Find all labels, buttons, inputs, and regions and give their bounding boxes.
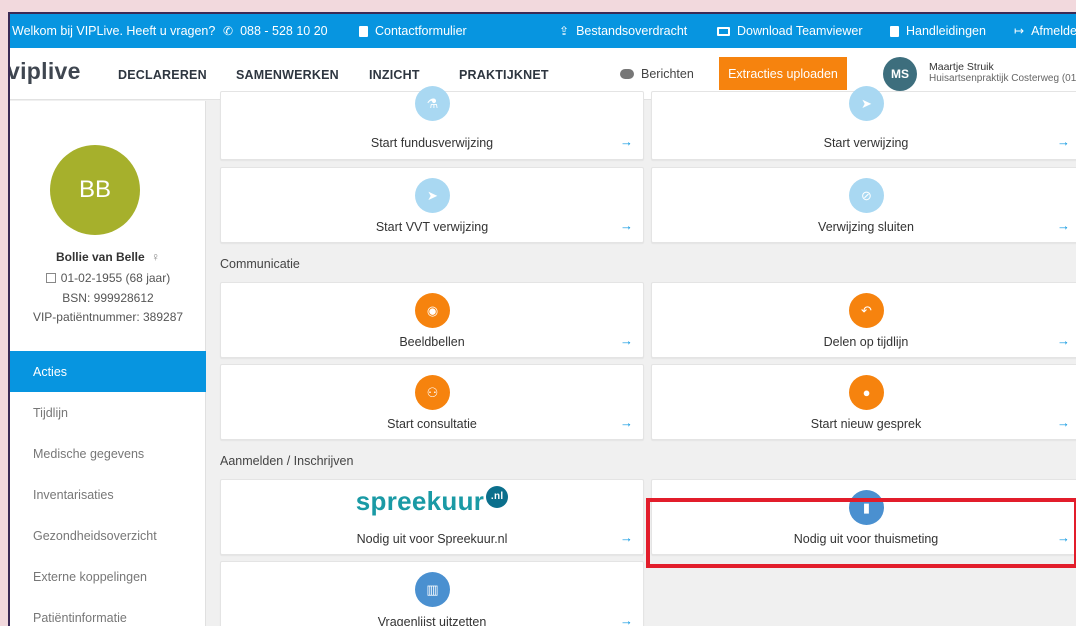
arrow-right-icon: →: [1057, 415, 1070, 430]
arrow-right-icon: →: [1057, 134, 1070, 149]
arrow-right-icon: →: [620, 218, 633, 233]
sidebar-item-patientinformatie[interactable]: Patiëntinformatie: [10, 597, 206, 626]
monitor-icon: [717, 26, 730, 36]
sidebar-item-gezondheidsoverzicht[interactable]: Gezondheidsoverzicht: [10, 515, 206, 556]
upload-extractions-button[interactable]: Extracties uploaden: [719, 57, 847, 90]
welcome-text: Welkom bij VIPLive. Heeft u vragen?: [12, 14, 215, 48]
card-label: Nodig uit voor Spreekuur.nl: [356, 532, 508, 546]
document-icon: [359, 25, 368, 37]
messages-label: Berichten: [641, 67, 694, 81]
nav-samenwerken[interactable]: SAMENWERKEN: [236, 68, 339, 82]
nav-inzicht[interactable]: INZICHT: [369, 68, 420, 82]
users-icon: ⚇: [415, 375, 450, 410]
card-beeldbellen[interactable]: ◉ Beeldbellen →: [220, 282, 644, 358]
card-start-nieuw-gesprek[interactable]: ● Start nieuw gesprek →: [651, 364, 1076, 440]
viplive-logo[interactable]: viplive: [10, 58, 81, 85]
card-delen-op-tijdlijn[interactable]: ↶ Delen op tijdlijn →: [651, 282, 1076, 358]
flask-icon: ⚗: [415, 86, 450, 121]
card-label: Start nieuw gesprek: [810, 417, 922, 431]
send-icon: ➤: [415, 178, 450, 213]
logout-label: Afmelde: [1031, 24, 1076, 38]
spreekuur-logo-text: spreekuur: [355, 486, 485, 516]
phone-icon: ✆: [223, 24, 234, 38]
patient-birthdate-row: 01-02-1955 (68 jaar): [10, 271, 206, 285]
patient-sidebar: BB Bollie van Belle ♀ 01-02-1955 (68 jaa…: [10, 101, 206, 626]
nav-declareren[interactable]: DECLAREREN: [118, 68, 207, 82]
card-start-fundusverwijzing[interactable]: ⚗ Start fundusverwijzing →: [220, 86, 644, 160]
teamviewer-link[interactable]: Download Teamviewer: [717, 14, 863, 48]
card-label: Verwijzing sluiten: [818, 220, 914, 234]
document-icon: [890, 25, 899, 37]
arrow-right-icon: →: [1057, 333, 1070, 348]
top-info-bar: Welkom bij VIPLive. Heeft u vragen? ✆ 08…: [10, 14, 1076, 48]
arrow-right-icon: →: [620, 613, 633, 626]
actions-content: ⚗ Start fundusverwijzing → ➤ Start verwi…: [206, 86, 1076, 626]
patient-birthdate: 01-02-1955 (68 jaar): [60, 271, 171, 285]
patient-bsn: BSN: 999928612: [62, 291, 154, 305]
patient-vip-number: VIP-patiëntnummer: 389287: [32, 310, 184, 324]
card-start-vvt-verwijzing[interactable]: ➤ Start VVT verwijzing →: [220, 167, 644, 243]
app-frame: Welkom bij VIPLive. Heeft u vragen? ✆ 08…: [8, 12, 1076, 626]
nav-praktijknet[interactable]: PRAKTIJKNET: [459, 68, 549, 82]
card-label: Start consultatie: [387, 417, 477, 431]
manuals-label: Handleidingen: [906, 24, 986, 38]
highlight-box: [646, 498, 1076, 568]
user-organization: Huisartsenpraktijk Costerweg (010: [929, 73, 1076, 84]
card-label: Start verwijzing: [823, 136, 909, 150]
teamviewer-label: Download Teamviewer: [737, 24, 863, 38]
manuals-link[interactable]: Handleidingen: [890, 14, 986, 48]
card-spreekuur[interactable]: spreekuur .nl Nodig uit voor Spreekuur.nl…: [220, 479, 644, 555]
sidebar-item-inventarisaties[interactable]: Inventarisaties: [10, 474, 206, 515]
upload-icon: ⇪: [559, 24, 570, 38]
section-aanmelden-inschrijven: Aanmelden / Inschrijven: [220, 454, 354, 468]
welcome-label: Welkom bij VIPLive. Heeft u vragen?: [12, 24, 216, 38]
messages-link[interactable]: Berichten: [620, 67, 694, 81]
card-start-consultatie[interactable]: ⚇ Start consultatie →: [220, 364, 644, 440]
sidebar-item-tijdlijn[interactable]: Tijdlijn: [10, 392, 206, 433]
sidebar-menu: Acties Tijdlijn Medische gegevens Invent…: [10, 351, 206, 626]
phone-label: 088 - 528 10 20: [240, 24, 328, 38]
card-label: Vragenlijst uitzetten: [377, 615, 487, 626]
chat-bubble-icon: ●: [849, 375, 884, 410]
patient-name-row: Bollie van Belle ♀: [10, 250, 206, 264]
contact-form-link[interactable]: Contactformulier: [359, 14, 467, 48]
calendar-icon: [45, 273, 56, 283]
arrow-right-icon: →: [620, 134, 633, 149]
arrow-right-icon: →: [620, 530, 633, 545]
card-verwijzing-sluiten[interactable]: ⊘ Verwijzing sluiten →: [651, 167, 1076, 243]
webcam-icon: ◉: [415, 293, 450, 328]
user-avatar[interactable]: MS: [883, 57, 917, 91]
chat-icon: [620, 69, 634, 79]
arrow-right-icon: →: [620, 333, 633, 348]
card-vragenlijst-uitzetten[interactable]: ▥ Vragenlijst uitzetten →: [220, 561, 644, 626]
patient-name: Bollie van Belle: [55, 250, 145, 264]
sidebar-item-externe-koppelingen[interactable]: Externe koppelingen: [10, 556, 206, 597]
phone-link[interactable]: ✆ 088 - 528 10 20: [223, 14, 328, 48]
section-communicatie: Communicatie: [220, 257, 300, 271]
file-transfer-link[interactable]: ⇪ Bestandsoverdracht: [559, 14, 687, 48]
female-icon: ♀: [151, 250, 161, 264]
sidebar-item-medische-gegevens[interactable]: Medische gegevens: [10, 433, 206, 474]
share-icon: ↶: [849, 293, 884, 328]
arrow-right-icon: →: [620, 415, 633, 430]
send-icon: ➤: [849, 86, 884, 121]
card-label: Start fundusverwijzing: [370, 136, 494, 150]
sidebar-item-acties[interactable]: Acties: [10, 351, 206, 392]
arrow-right-icon: →: [1057, 218, 1070, 233]
spreekuur-logo: spreekuur .nl: [221, 486, 643, 517]
close-referral-icon: ⊘: [849, 178, 884, 213]
file-transfer-label: Bestandsoverdracht: [576, 24, 688, 38]
logout-icon: ↦: [1014, 24, 1025, 38]
bar-chart-icon: ▥: [415, 572, 450, 607]
contact-label: Contactformulier: [375, 24, 467, 38]
spreekuur-nl-badge: .nl: [486, 486, 509, 508]
user-name: Maartje Struik: [929, 61, 994, 73]
logout-link[interactable]: ↦ Afmelde: [1014, 14, 1076, 48]
card-label: Delen op tijdlijn: [823, 335, 909, 349]
patient-avatar: BB: [50, 145, 140, 235]
card-label: Beeldbellen: [399, 335, 465, 349]
card-label: Start VVT verwijzing: [375, 220, 489, 234]
card-start-verwijzing[interactable]: ➤ Start verwijzing →: [651, 86, 1076, 160]
